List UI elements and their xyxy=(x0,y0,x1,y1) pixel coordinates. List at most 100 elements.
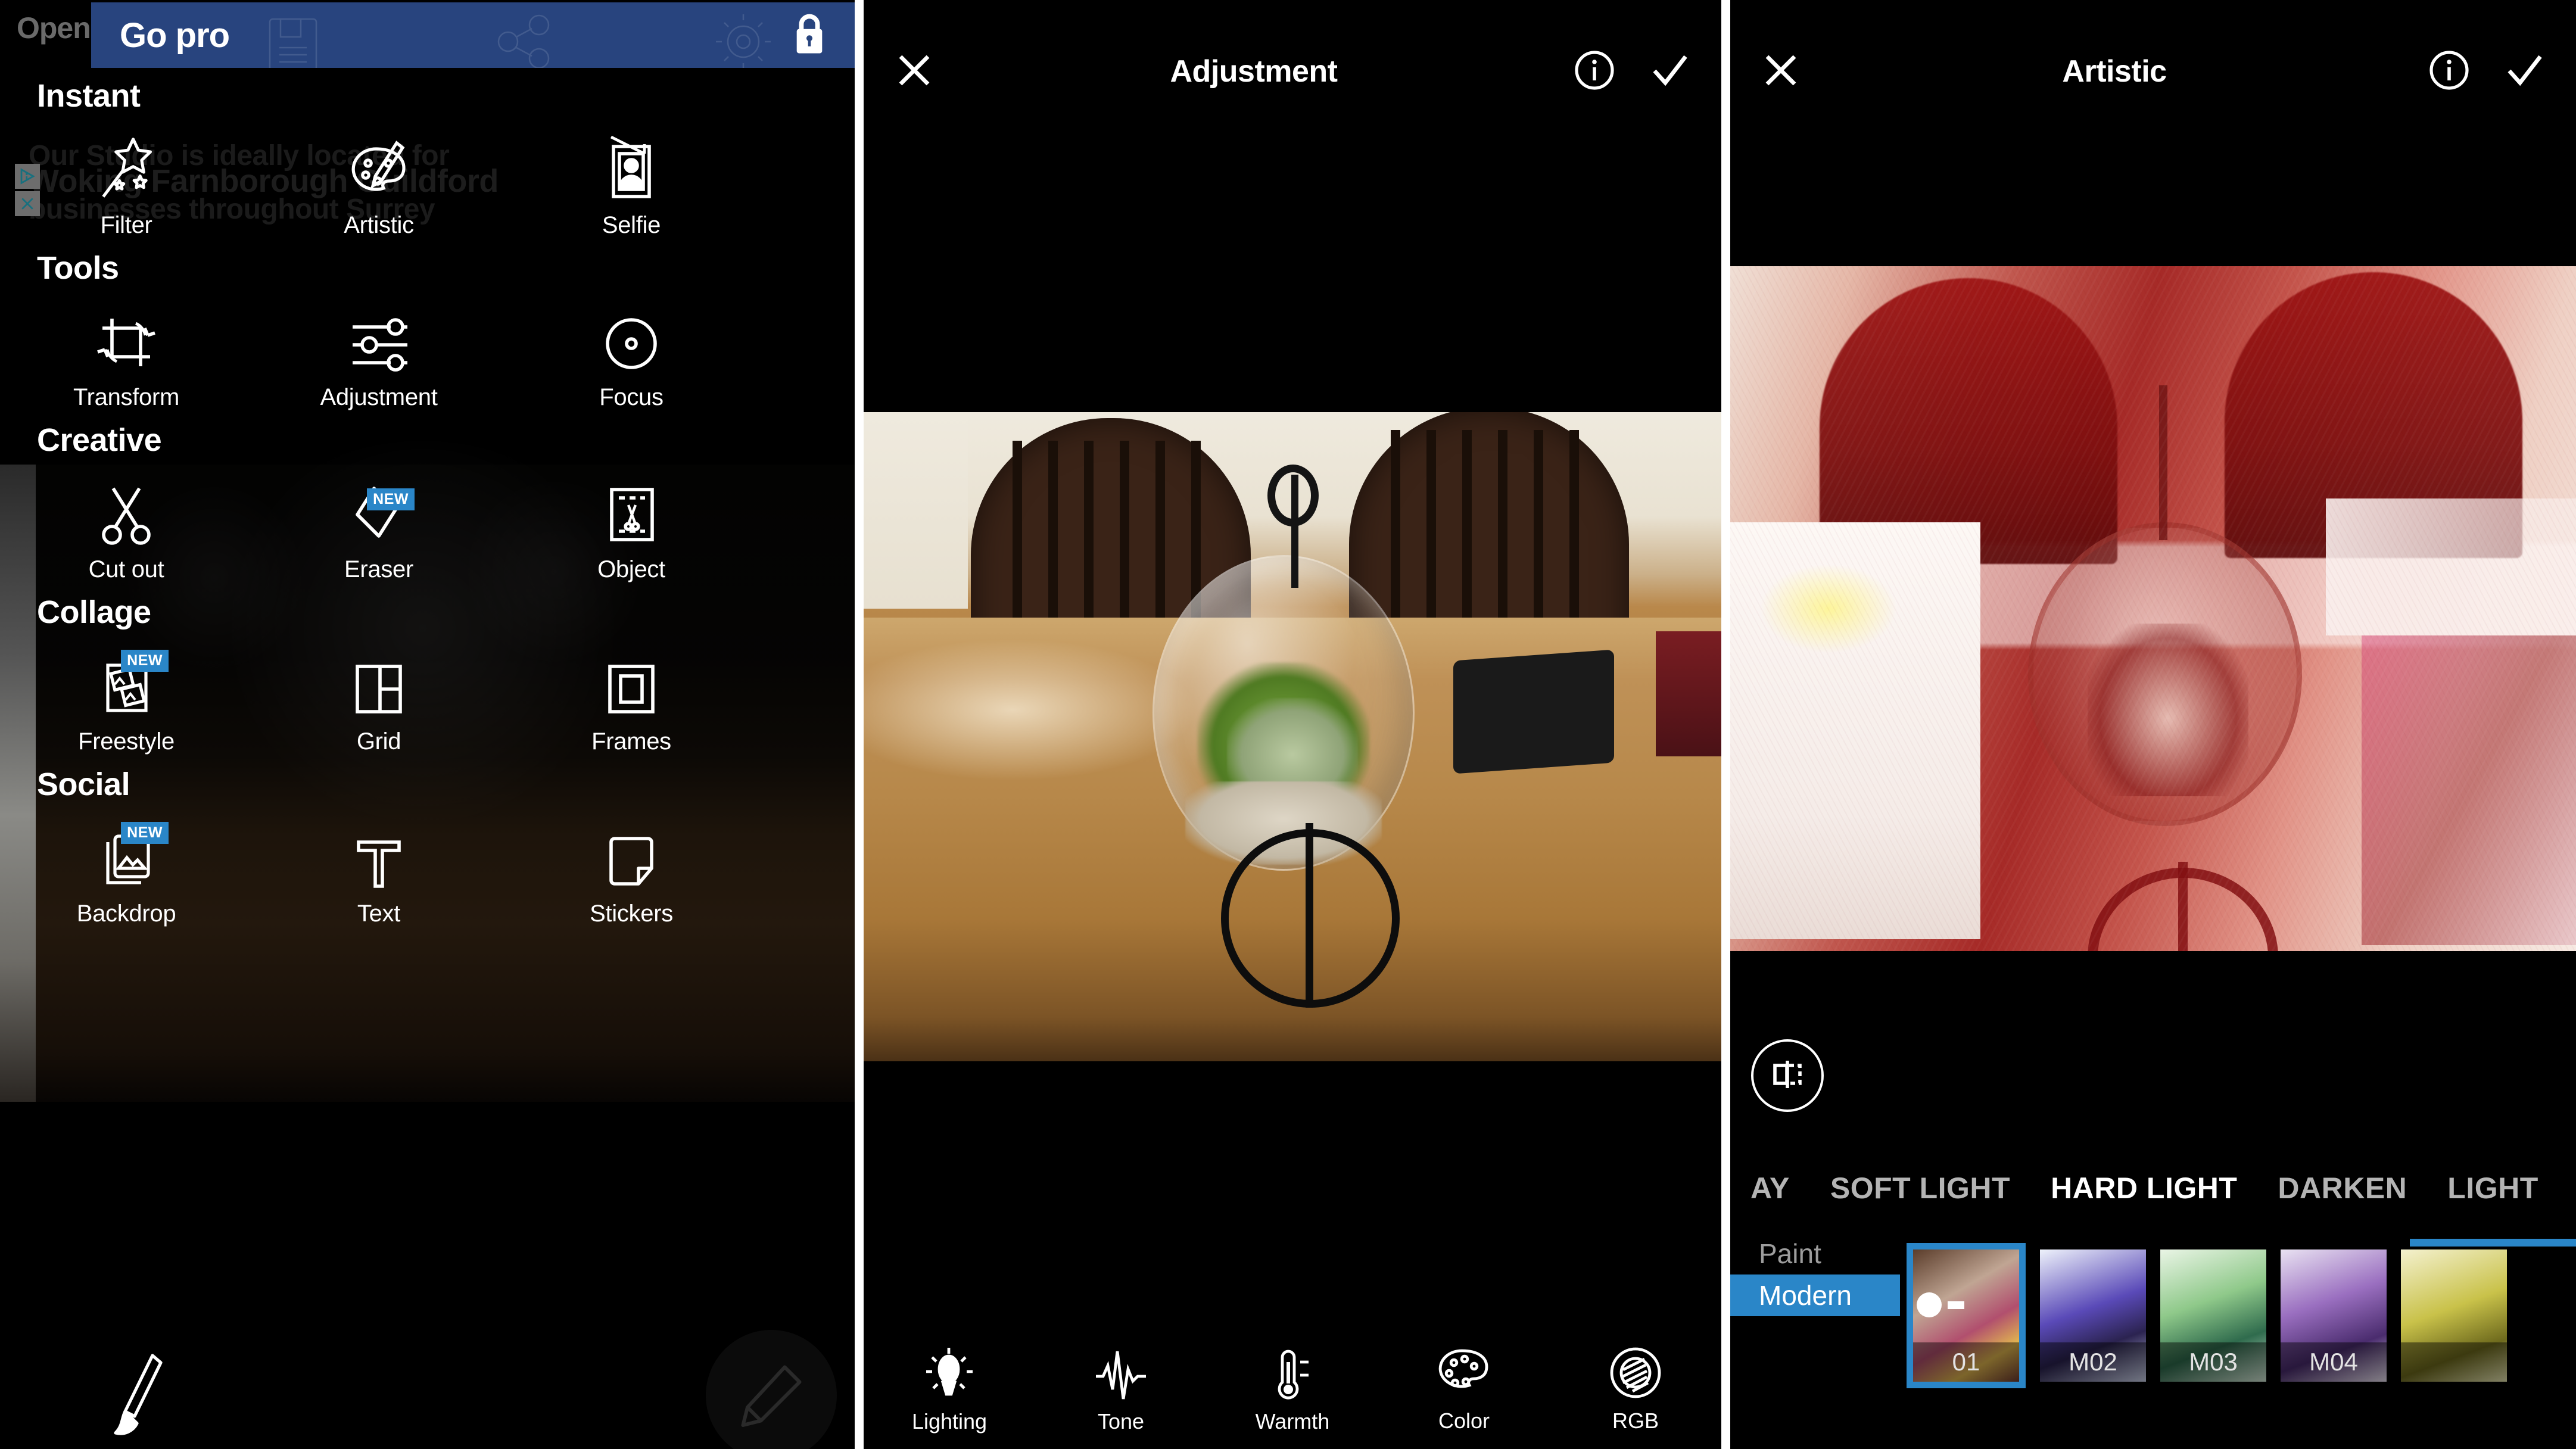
compare-before-after-button[interactable] xyxy=(1751,1039,1824,1112)
close-x-icon[interactable] xyxy=(1761,51,1801,93)
badge-new: NEW xyxy=(367,488,415,510)
tool-frames[interactable]: Frames xyxy=(505,646,758,755)
pencil-edit-fab[interactable] xyxy=(706,1330,837,1449)
toolbar-item-rgb[interactable]: RGB xyxy=(1576,1346,1695,1434)
tool-label: Transform xyxy=(73,384,180,410)
sticker-icon xyxy=(603,818,660,890)
eraser-icon: NEW xyxy=(348,474,415,546)
toolbar-item-tone[interactable]: Tone xyxy=(1061,1345,1180,1434)
tool-label: Grid xyxy=(356,728,401,755)
section-row-tools: Transform Adjustment Focus xyxy=(0,302,855,411)
section-row-creative: Cut out NEW Eraser Object xyxy=(0,474,855,583)
close-x-icon[interactable] xyxy=(895,51,934,93)
tool-label: Object xyxy=(597,556,665,582)
toolbar-label: Color xyxy=(1438,1408,1490,1433)
topbar-left-group xyxy=(1761,51,1801,93)
tool-label: Cut out xyxy=(88,556,164,582)
blend-tab-overlay[interactable]: AY xyxy=(1730,1171,1810,1205)
preset-thumb[interactable]: M02 xyxy=(2040,1249,2146,1382)
category-modern[interactable]: Modern xyxy=(1730,1275,1900,1316)
tool-adjustment[interactable]: Adjustment xyxy=(253,302,505,411)
tool-label: Text xyxy=(357,900,401,927)
checkmark-icon[interactable] xyxy=(1649,51,1690,93)
preset-thumb[interactable]: M03 xyxy=(2160,1249,2266,1382)
tool-stickers[interactable]: Stickers xyxy=(505,818,758,927)
section-row-instant: Filter Artistic Selfie xyxy=(0,130,855,239)
preset-settings-icon[interactable] xyxy=(1917,1292,1964,1317)
tool-label: Artistic xyxy=(344,212,414,238)
toolbar-item-warmth[interactable]: Warmth xyxy=(1233,1345,1352,1434)
paintbrush-icon[interactable] xyxy=(113,1352,173,1444)
tool-transform[interactable]: Transform xyxy=(0,302,253,411)
artistic-topbar: Artistic xyxy=(1730,0,2576,143)
page-title: Artistic xyxy=(2062,54,2167,89)
tool-artistic[interactable]: Artistic xyxy=(253,130,505,239)
blend-tab-soft-light[interactable]: SOFT LIGHT xyxy=(1810,1171,2030,1205)
text-t-icon xyxy=(350,818,407,890)
three-screenshot-collage: Open Our Studio is ideally located for W… xyxy=(0,0,2576,1449)
tool-eraser[interactable]: NEW Eraser xyxy=(253,474,505,583)
section-title-tools: Tools xyxy=(37,250,119,286)
blend-tab-hard-light[interactable]: HARD LIGHT xyxy=(2030,1171,2257,1205)
close-icon[interactable] xyxy=(15,191,40,216)
preset-label: M03 xyxy=(2160,1342,2266,1382)
section-title-instant: Instant xyxy=(37,78,141,114)
toolbar-label: Warmth xyxy=(1255,1409,1330,1434)
scissors-icon xyxy=(96,474,156,546)
page-title: Adjustment xyxy=(1170,54,1338,89)
tool-label: Stickers xyxy=(590,900,673,927)
info-circle-icon[interactable] xyxy=(1574,49,1615,94)
magic-wand-icon xyxy=(94,130,159,201)
blend-tab-lighten[interactable]: LIGHT xyxy=(2427,1171,2558,1205)
object-frame-icon xyxy=(602,474,661,546)
tool-menu-list: Instant Filter Artistic Selfie Tools Tra… xyxy=(0,0,855,927)
tool-object[interactable]: Object xyxy=(505,474,758,583)
section-title-creative: Creative xyxy=(37,422,162,458)
preset-label: 01 xyxy=(1913,1342,2019,1382)
tool-text[interactable]: Text xyxy=(253,818,505,927)
preset-label: M04 xyxy=(2281,1342,2387,1382)
panel-divider-2 xyxy=(1721,0,1730,1449)
blend-mode-tabs: AY SOFT LIGHT HARD LIGHT DARKEN LIGHT xyxy=(1730,1155,2576,1221)
section-row-social: NEW Backdrop Text Stickers xyxy=(0,818,855,927)
toolbar-item-color[interactable]: Color xyxy=(1404,1346,1524,1434)
lightbulb-icon xyxy=(923,1345,976,1403)
preset-thumb-selected[interactable]: 01 xyxy=(1907,1243,2026,1388)
preset-thumb[interactable] xyxy=(2401,1249,2507,1382)
tool-label: Focus xyxy=(599,384,664,410)
compare-before-after-icon xyxy=(1769,1056,1806,1096)
panel-tool-menu: Open Our Studio is ideally located for W… xyxy=(0,0,855,1449)
tool-backdrop[interactable]: NEW Backdrop xyxy=(0,818,253,927)
tool-label: Frames xyxy=(591,728,671,755)
tool-freestyle[interactable]: NEW Freestyle xyxy=(0,646,253,755)
grid-layout-icon xyxy=(350,646,407,718)
category-paint[interactable]: Paint xyxy=(1730,1233,1909,1275)
tool-grid[interactable]: Grid xyxy=(253,646,505,755)
panel-artistic: Artistic AY SOFT LIGHT HARD LIGHT DARKEN… xyxy=(1730,0,2576,1449)
adchoices-container[interactable] xyxy=(15,164,40,219)
tool-cut-out[interactable]: Cut out xyxy=(0,474,253,583)
tool-label: Freestyle xyxy=(78,728,175,755)
checkmark-icon[interactable] xyxy=(2503,51,2545,93)
adjustment-canvas[interactable] xyxy=(864,412,1721,1061)
adjustment-topbar: Adjustment xyxy=(864,0,1721,143)
frame-icon xyxy=(603,646,660,718)
backdrop-image-icon: NEW xyxy=(97,818,169,890)
adchoices-icon[interactable] xyxy=(15,164,40,189)
aperture-icon xyxy=(602,302,661,373)
tool-focus[interactable]: Focus xyxy=(505,302,758,411)
blend-tab-darken[interactable]: DARKEN xyxy=(2257,1171,2427,1205)
info-circle-icon[interactable] xyxy=(2428,49,2470,94)
artistic-filtered-photo[interactable] xyxy=(1730,266,2576,951)
adjustment-toolbar: Lighting Tone Warmth Color RGB xyxy=(864,1330,1721,1449)
go-pro-banner[interactable]: Go pro xyxy=(91,2,855,68)
tool-selfie[interactable]: Selfie xyxy=(505,130,758,239)
pencil-edit-icon xyxy=(741,1365,802,1427)
active-tab-indicator xyxy=(2410,1239,2576,1247)
preset-thumb[interactable]: M04 xyxy=(2281,1249,2387,1382)
waveform-icon xyxy=(1094,1345,1148,1403)
tool-label: Backdrop xyxy=(76,900,176,927)
tool-label: Filter xyxy=(100,212,152,238)
preset-label: M02 xyxy=(2040,1342,2146,1382)
toolbar-item-lighting[interactable]: Lighting xyxy=(890,1345,1009,1434)
